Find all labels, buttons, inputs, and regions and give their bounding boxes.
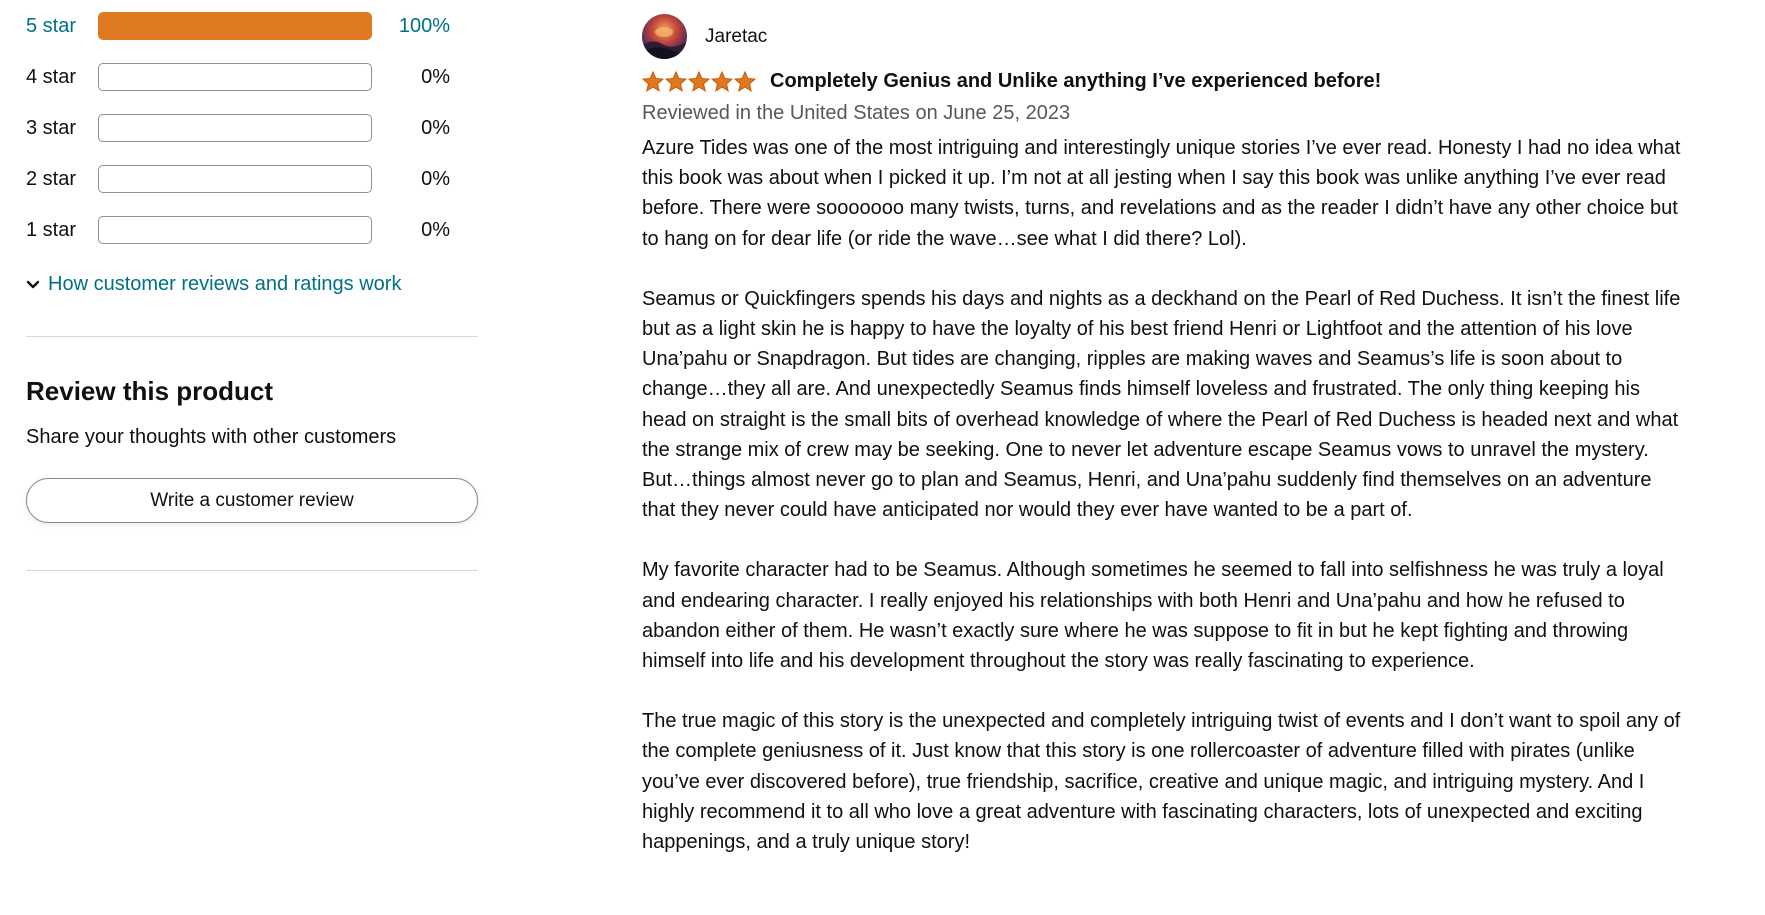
write-review-button[interactable]: Write a customer review xyxy=(26,478,478,523)
histogram-row-3-star: 3 star 0% xyxy=(26,113,478,143)
histogram-row-percent: 0% xyxy=(421,116,450,139)
histogram-row-label: 2 star xyxy=(26,167,77,190)
chevron-down-icon xyxy=(26,280,40,288)
histogram-row-4-star: 4 star 0% xyxy=(26,62,478,92)
avatar[interactable] xyxy=(642,14,687,59)
histogram-bar-fill xyxy=(99,13,371,39)
histogram-row-percent: 0% xyxy=(421,218,450,241)
how-reviews-work-label[interactable]: How customer reviews and ratings work xyxy=(48,273,401,296)
histogram-row-label: 4 star xyxy=(26,65,77,88)
reviewer-profile[interactable]: Jaretac xyxy=(642,14,767,59)
review-paragraph: Azure Tides was one of the most intrigui… xyxy=(642,137,1681,250)
review-rating-line: Completely Genius and Unlike anything I’… xyxy=(642,70,1381,93)
review-paragraph: My favorite character had to be Seamus. … xyxy=(642,559,1664,673)
histogram-row-percent[interactable]: 100% xyxy=(380,15,450,38)
review-this-product-subtitle: Share your thoughts with other customers xyxy=(26,426,397,448)
histogram-bar xyxy=(98,165,372,193)
star-icon xyxy=(711,71,733,92)
review-body: Azure Tides was one of the most intrigui… xyxy=(642,133,1682,887)
histogram-row-label[interactable]: 5 star xyxy=(26,15,96,38)
histogram-bar[interactable] xyxy=(98,12,372,40)
histogram-row-1-star: 1 star 0% xyxy=(26,215,478,245)
star-rating[interactable] xyxy=(642,71,757,92)
star-icon xyxy=(642,71,664,92)
histogram-row-percent: 0% xyxy=(421,167,450,190)
histogram-row-5-star[interactable]: 5 star 100% xyxy=(26,11,478,41)
histogram-bar xyxy=(98,114,372,142)
histogram-row-percent: 0% xyxy=(421,65,450,88)
histogram-bar xyxy=(98,216,372,244)
reviewer-name[interactable]: Jaretac xyxy=(705,26,767,48)
avatar-image xyxy=(642,27,687,59)
review-this-product-heading: Review this product xyxy=(26,376,274,406)
section-divider xyxy=(26,570,478,571)
histogram-row-2-star: 2 star 0% xyxy=(26,164,478,194)
star-icon xyxy=(665,71,687,92)
histogram-row-label: 3 star xyxy=(26,116,77,139)
review-paragraph: The true magic of this story is the unex… xyxy=(642,710,1681,854)
histogram-bar xyxy=(98,63,372,91)
review-headline[interactable]: Completely Genius and Unlike anything I’… xyxy=(770,70,1381,93)
review-date: Reviewed in the United States on June 25… xyxy=(642,102,1071,124)
star-icon xyxy=(734,71,756,92)
how-reviews-work-link[interactable]: How customer reviews and ratings work xyxy=(26,273,401,296)
star-icon xyxy=(688,71,710,92)
histogram-row-label: 1 star xyxy=(26,218,77,241)
section-divider xyxy=(26,336,478,337)
review-paragraph: Seamus or Quickfingers spends his days a… xyxy=(642,287,1681,522)
